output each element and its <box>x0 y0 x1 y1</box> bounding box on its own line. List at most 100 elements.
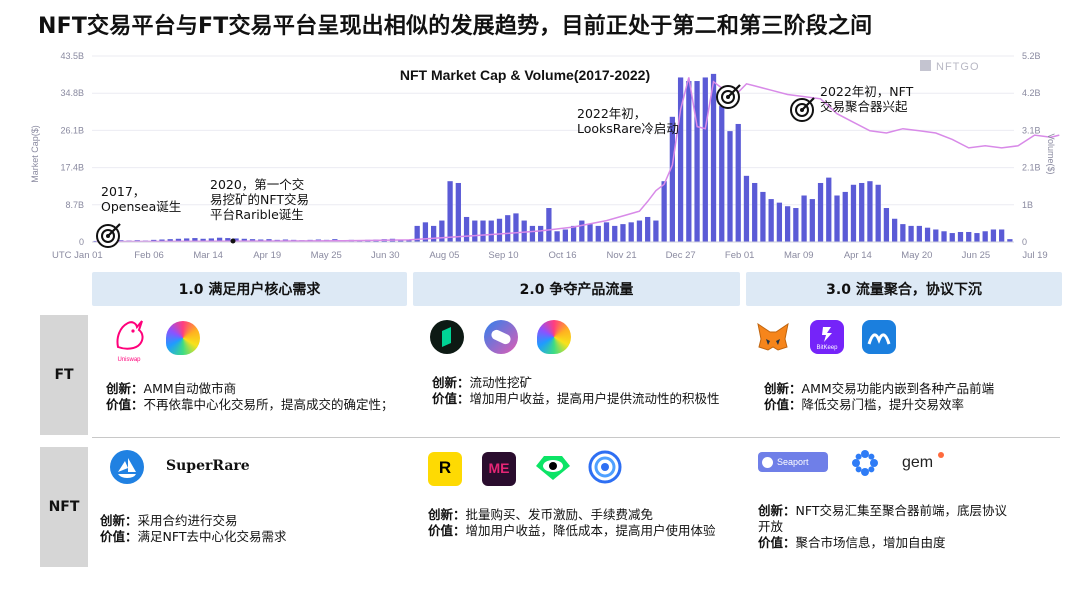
volume-bar <box>579 220 585 242</box>
volume-bar <box>916 225 922 242</box>
looksrare-logo-icon <box>534 450 572 482</box>
uniswap-unicorn-icon <box>116 320 144 350</box>
right-tick-label: 1B <box>1022 200 1033 210</box>
volume-bar <box>686 81 692 242</box>
value-text: 满足NFT去中心化交易需求 <box>137 529 287 544</box>
volume-bar <box>908 225 914 242</box>
x-tick-label: UTC Jan 01 <box>52 250 103 261</box>
left-axis-label: Market Cap($) <box>30 125 40 183</box>
volume-bar <box>941 231 947 242</box>
volume-bar <box>801 195 807 242</box>
x-tick-label: Mar 14 <box>193 250 223 261</box>
volume-bar <box>463 216 470 242</box>
ft-cell-3-text: 创新：AMM交易功能内嵌到各种产品前端 价值：降低交易门槛，提升交易效率 <box>764 381 1054 413</box>
chart-annotation: 2022年初，NFT 交易聚合器兴起 <box>820 84 914 114</box>
uniswap-logo: Uniswap <box>110 317 148 363</box>
x-tick-label: Oct 16 <box>549 250 577 261</box>
volume-bar <box>661 181 667 242</box>
left-tick-label: 26.1B <box>60 125 84 135</box>
innovation-label: 创新： <box>758 503 796 518</box>
volume-bar <box>743 175 750 242</box>
volume-bar <box>875 184 881 242</box>
volume-bar <box>924 227 931 242</box>
value-text: 增加用户收益，提高用户提供流动性的积极性 <box>469 391 720 406</box>
innovation-text: AMM自动做市商 <box>143 381 237 396</box>
x-tick-label: Jul 19 <box>1022 250 1047 261</box>
rainbow-logo-icon <box>537 320 571 354</box>
phase-3-bar: 3.0 流量聚合，协议下沉 <box>746 272 1062 306</box>
innovation-label: 创新： <box>432 375 470 390</box>
volume-bar <box>480 220 486 242</box>
value-label: 价值： <box>758 535 796 550</box>
volume-bar <box>900 224 906 242</box>
volume-bar <box>628 222 634 242</box>
ft-cell-1-text: 创新：AMM自动做市商 价值：不再依靠中心化交易所，提高成交的确定性； <box>106 381 416 413</box>
gem-dot-icon <box>938 452 945 458</box>
chart-annotation: 2022年初， LooksRare冷启动 <box>577 106 679 136</box>
volume-bar <box>645 216 651 242</box>
volume-bar <box>587 224 593 242</box>
volume-bar <box>554 231 560 242</box>
volume-bar <box>933 229 939 242</box>
rainbow-logo-icon <box>166 321 200 355</box>
x-tick-label: Sep 10 <box>488 250 518 261</box>
rarible-logo: R <box>428 452 462 486</box>
left-tick-label: 43.5B <box>60 51 84 61</box>
volume-bar <box>859 182 865 242</box>
volume-bar <box>431 225 437 242</box>
rarible-marker <box>230 238 236 244</box>
value-text: 降低交易门槛，提升交易效率 <box>801 397 965 412</box>
sushi-logo-icon <box>484 320 518 354</box>
volume-bar <box>439 220 445 242</box>
volume-bar <box>817 182 824 242</box>
innovation-text: 采用合约进行交易 <box>137 513 238 528</box>
phase-2-bar: 2.0 争夺产品流量 <box>413 272 740 306</box>
volume-bar <box>776 202 783 242</box>
x2y2-logo-icon <box>588 450 622 484</box>
chart-title: NFT Market Cap & Volume(2017-2022) <box>400 67 650 83</box>
innovation-text: 流动性挖矿 <box>469 375 533 390</box>
row-label-ft: FT <box>40 315 88 435</box>
opensea-logo-icon <box>110 450 144 484</box>
seaport-logo-text: Seaport <box>777 457 809 467</box>
bitkeep-logo: BitKeep <box>810 320 844 354</box>
volume-bar <box>694 81 700 242</box>
chart-annotation: 2017， Opensea诞生 <box>101 184 181 214</box>
ft-cell-2-text: 创新：流动性挖矿 价值：增加用户收益，提高用户提供流动性的积极性 <box>432 375 732 407</box>
volume-bar <box>735 123 741 242</box>
volume-bar <box>760 191 766 242</box>
gem-logo: gem <box>902 452 945 472</box>
innovation-label: 创新： <box>106 381 144 396</box>
1inch-logo-icon <box>862 320 896 354</box>
watermark-text: NFTGO <box>936 61 980 73</box>
value-label: 价值： <box>432 391 470 406</box>
volume-bar <box>710 73 717 242</box>
volume-bar <box>957 231 964 242</box>
volume-bar <box>472 220 478 242</box>
watermark: NFTGO <box>920 60 980 73</box>
volume-bar <box>455 182 461 242</box>
nft-cell-2-text: 创新：批量购买、发币激励、手续费减免 价值：增加用户收益，降低成本，提高用户使用… <box>428 507 728 539</box>
right-tick-label: 3.1B <box>1022 125 1041 135</box>
nft-cell-1-text: 创新：采用合约进行交易 价值：满足NFT去中心化交易需求 <box>100 513 400 545</box>
x-tick-label: Jun 25 <box>962 250 991 261</box>
right-tick-label: 4.2B <box>1022 88 1041 98</box>
x-tick-label: Feb 06 <box>134 250 164 261</box>
value-label: 价值： <box>100 529 138 544</box>
right-tick-label: 0 <box>1022 237 1027 247</box>
left-tick-label: 0 <box>79 237 84 247</box>
volume-bar <box>538 225 544 242</box>
volume-bar <box>513 213 519 242</box>
volume-bar <box>752 182 758 242</box>
innovation-label: 创新： <box>428 507 466 522</box>
volume-bar <box>982 231 988 242</box>
x-tick-label: Aug 05 <box>429 250 459 261</box>
x-tick-label: Apr 14 <box>844 250 872 261</box>
volume-bar <box>562 229 568 242</box>
x-tick-label: May 20 <box>901 250 932 261</box>
innovation-text: 批量购买、发币激励、手续费减免 <box>465 507 654 522</box>
volume-bar <box>620 224 626 242</box>
volume-bar <box>999 229 1005 242</box>
volume-bar <box>636 220 643 242</box>
nftgo-mark-icon <box>920 60 931 71</box>
